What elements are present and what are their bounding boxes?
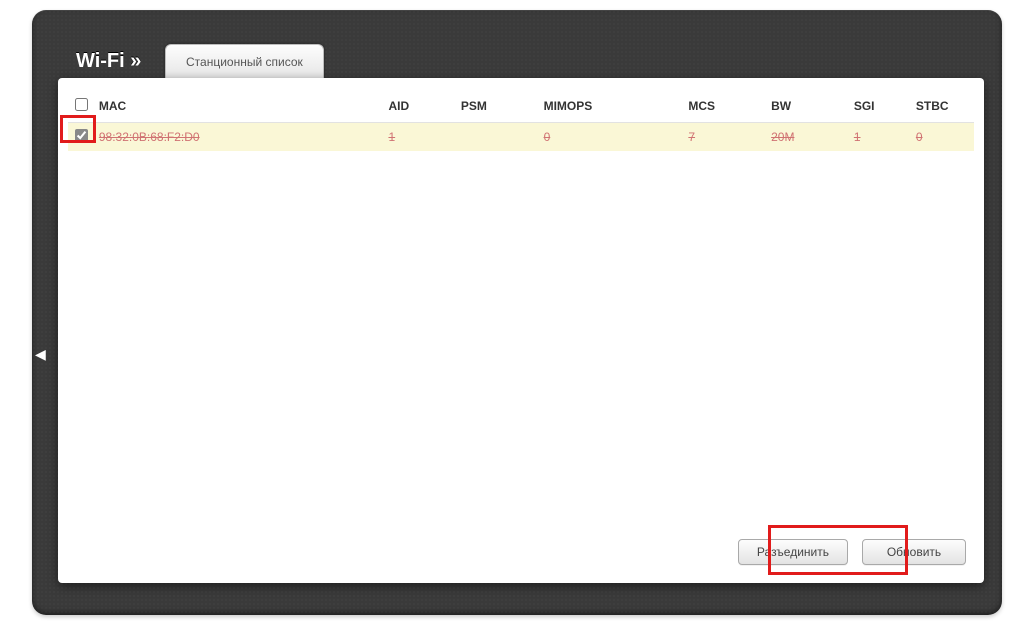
page-title: Wi-Fi » [76, 50, 141, 73]
action-bar: Разъединить Обновить [738, 539, 966, 565]
col-stbc: STBC [912, 92, 974, 123]
cell-mac: 98:32:0B:68:F2:D0 [95, 123, 385, 152]
refresh-button[interactable]: Обновить [862, 539, 966, 565]
select-all-checkbox[interactable] [75, 98, 88, 111]
collapse-sidebar-arrow-icon[interactable]: ◀ [35, 345, 49, 363]
tab-station-list[interactable]: Станционный список [165, 44, 324, 78]
cell-bw: 20M [767, 123, 850, 152]
col-mimops: MIMOPS [540, 92, 685, 123]
cell-sgi: 1 [850, 123, 912, 152]
col-bw: BW [767, 92, 850, 123]
table-header-row: MAC AID PSM MIMOPS MCS BW SGI STBC [68, 92, 974, 123]
cell-mimops: 0 [540, 123, 685, 152]
col-aid: AID [384, 92, 456, 123]
table-row[interactable]: 98:32:0B:68:F2:D0 1 0 7 20M 1 0 [68, 123, 974, 152]
cell-stbc: 0 [912, 123, 974, 152]
row-checkbox-cell [68, 123, 95, 152]
cell-psm [457, 123, 540, 152]
station-table: MAC AID PSM MIMOPS MCS BW SGI STBC 98:32… [68, 92, 974, 151]
disconnect-button[interactable]: Разъединить [738, 539, 848, 565]
col-mac: MAC [95, 92, 385, 123]
cell-mcs: 7 [684, 123, 767, 152]
cell-aid: 1 [384, 123, 456, 152]
col-psm: PSM [457, 92, 540, 123]
col-sgi: SGI [850, 92, 912, 123]
content-panel: MAC AID PSM MIMOPS MCS BW SGI STBC 98:32… [58, 78, 984, 583]
header-select-all [68, 92, 95, 123]
col-mcs: MCS [684, 92, 767, 123]
row-checkbox[interactable] [75, 129, 88, 142]
